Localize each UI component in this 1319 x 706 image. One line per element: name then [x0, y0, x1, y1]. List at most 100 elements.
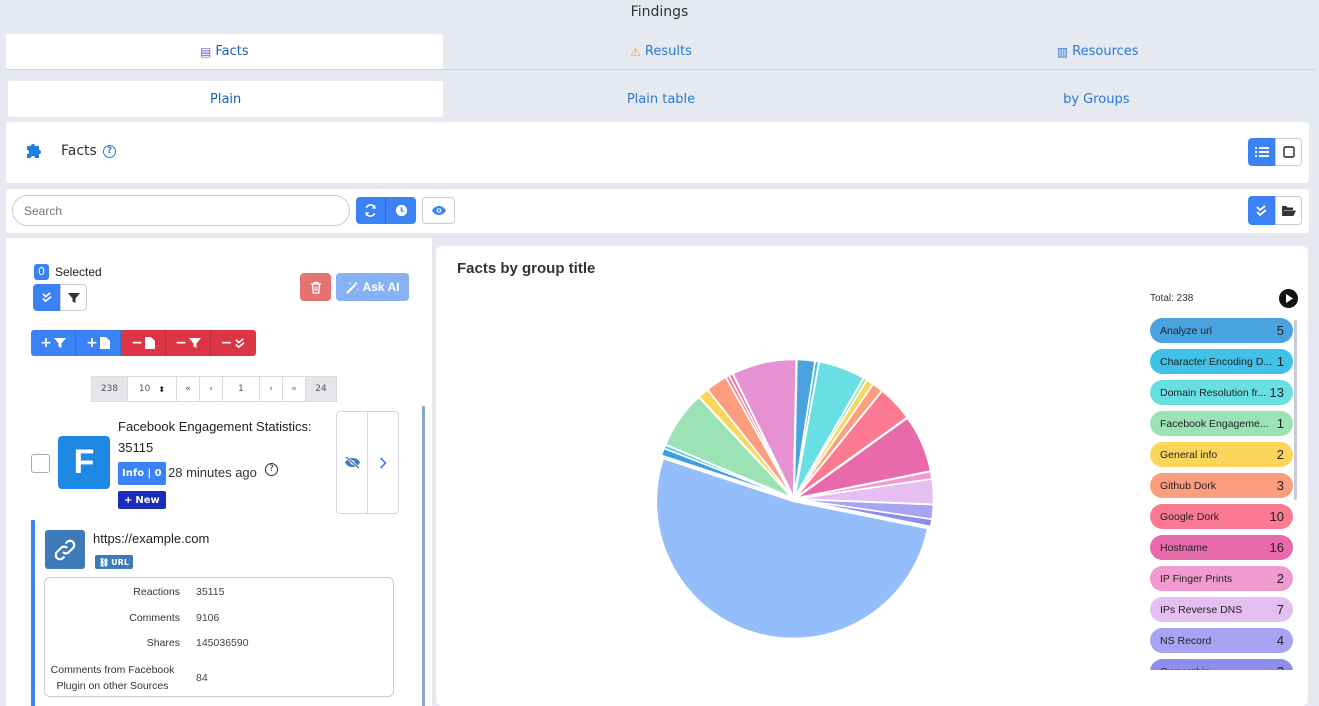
legend-scrollbar[interactable] [1294, 320, 1297, 500]
help-icon[interactable]: ? [103, 145, 116, 158]
fact-title: Facebook Engagement Statistics: 35115 [118, 419, 312, 455]
books-icon: ▥ [1056, 44, 1069, 59]
legend-count: 16 [1269, 540, 1284, 555]
open-fact-button[interactable] [367, 411, 399, 514]
attribute-row: Shares 145036590 [146, 637, 249, 649]
legend-item[interactable]: General info 2 [1150, 442, 1293, 467]
attributes-table: Reactions 35115 Comments 9106 Shares 145… [44, 577, 394, 697]
chevron-right-icon [379, 456, 387, 469]
total-count: 238 [91, 376, 128, 402]
legend-item[interactable]: Ownership 2 [1150, 659, 1293, 670]
remove-document-button[interactable]: − [121, 330, 166, 356]
legend-count: 4 [1276, 633, 1284, 648]
legend-count: 2 [1276, 571, 1284, 586]
legend-label: Character Encoding D... [1160, 355, 1273, 368]
legend-item[interactable]: Google Dork 10 [1150, 504, 1293, 529]
tab-results[interactable]: ⚠ Results [443, 34, 880, 69]
select-all-facts-button[interactable] [33, 284, 60, 311]
fact-checkbox[interactable] [31, 454, 50, 473]
legend-count: 2 [1276, 447, 1284, 462]
legend-item[interactable]: Analyze url 5 [1150, 318, 1293, 343]
last-page-button[interactable]: » [282, 376, 306, 402]
attribute-row: Reactions 35115 [133, 586, 225, 598]
legend-count: 3 [1276, 478, 1284, 493]
add-document-button[interactable]: + [76, 330, 121, 356]
open-folder-button[interactable] [1275, 196, 1302, 225]
refresh-button[interactable] [356, 197, 386, 224]
delete-button[interactable] [300, 273, 331, 301]
link-icon [45, 530, 85, 569]
legend-label: NS Record [1160, 634, 1212, 647]
subtab-by-groups[interactable]: by Groups [879, 81, 1314, 117]
list-scrollbar[interactable] [422, 406, 425, 706]
ask-ai-button[interactable]: Ask AI [336, 273, 409, 301]
legend-item[interactable]: NS Record 4 [1150, 628, 1293, 653]
select-all-button[interactable] [1248, 196, 1275, 225]
info-badge: Info | 0 [118, 462, 166, 485]
page-size-select[interactable]: 10 ⬍ [127, 376, 177, 402]
add-filter-button[interactable]: + [31, 330, 76, 356]
legend-label: Ownership [1160, 666, 1210, 671]
remove-filter-button[interactable]: − [166, 330, 211, 356]
filter-actions: + + − − − [31, 330, 256, 356]
fact-card: F Facebook Engagement Statistics: 35115 … [6, 410, 432, 520]
clock-icon [395, 204, 407, 217]
sort-icon: ⬍ [158, 384, 166, 394]
subtab-plain-table[interactable]: Plain table [443, 81, 878, 117]
legend-count: 2 [1277, 664, 1284, 670]
tab-facts[interactable]: ▤ Facts [6, 34, 443, 69]
refresh-group [356, 197, 416, 224]
legend-item[interactable]: IPs Reverse DNS 7 [1150, 597, 1293, 622]
legend-label: Github Dork [1160, 479, 1217, 492]
legend-label: IP Finger Prints [1160, 572, 1233, 585]
eye-icon [431, 206, 446, 215]
warning-icon: ⚠ [630, 44, 641, 59]
filter-icon [67, 292, 80, 303]
page-input[interactable]: 1 [222, 376, 260, 402]
legend-item[interactable]: Github Dork 3 [1150, 473, 1293, 498]
findings-tabs: ▤ Facts ⚠ Results ▥ Resources [6, 34, 1316, 70]
filter-icon [53, 338, 66, 348]
legend-item[interactable]: Domain Resolution fr... 13 [1150, 380, 1293, 405]
first-page-button[interactable]: « [176, 376, 200, 402]
next-page-button[interactable]: › [259, 376, 283, 402]
minus-icon: − [175, 335, 187, 351]
pagination: 238 10 ⬍ « ‹ 1 › » 24 [91, 376, 337, 402]
tab-resources[interactable]: ▥ Resources [879, 34, 1316, 69]
chart-title: Facts by group title [457, 260, 596, 277]
help-icon[interactable]: ? [265, 463, 278, 476]
legend-count: 13 [1269, 385, 1284, 400]
selected-count: 0 [34, 264, 49, 280]
grid-view-button[interactable] [1275, 138, 1302, 166]
filter-button[interactable] [60, 284, 87, 311]
selection-group [33, 284, 87, 311]
trash-icon [310, 281, 321, 294]
legend-count: 5 [1276, 323, 1284, 338]
new-badge: + New [118, 491, 166, 509]
view-toggle [1248, 138, 1302, 166]
list-view-button[interactable] [1248, 138, 1275, 166]
legend-label: General info [1160, 448, 1218, 461]
legend-item[interactable]: Facebook Engageme... 1 [1150, 411, 1293, 436]
square-icon [1282, 146, 1295, 158]
subtab-plain[interactable]: Plain [8, 81, 444, 117]
schedule-button[interactable] [386, 197, 416, 224]
prev-page-button[interactable]: ‹ [199, 376, 223, 402]
facts-list-panel: 0 Selected Ask AI + + − − − 238 10 ⬍ « ‹… [6, 238, 432, 706]
hide-fact-button[interactable] [336, 411, 368, 514]
legend-item[interactable]: Hostname 16 [1150, 535, 1293, 560]
total-label: Total: 238 [1150, 293, 1194, 304]
legend-item[interactable]: IP Finger Prints 2 [1150, 566, 1293, 591]
list-icon [1254, 147, 1269, 157]
chart-legend: Analyze url 5 Character Encoding D... 1 Doma… [1150, 318, 1295, 670]
link-icon: ⛓ [99, 557, 110, 567]
search-input[interactable] [12, 195, 350, 226]
table-icon: ▤ [200, 44, 212, 59]
legend-label: Domain Resolution fr... [1160, 386, 1267, 399]
search-bar [6, 189, 1309, 233]
legend-count: 1 [1276, 416, 1284, 431]
visibility-button[interactable] [422, 197, 455, 224]
remove-selected-button[interactable]: − [211, 330, 256, 356]
legend-item[interactable]: Character Encoding D... 1 [1150, 349, 1293, 374]
play-button[interactable] [1279, 289, 1298, 308]
